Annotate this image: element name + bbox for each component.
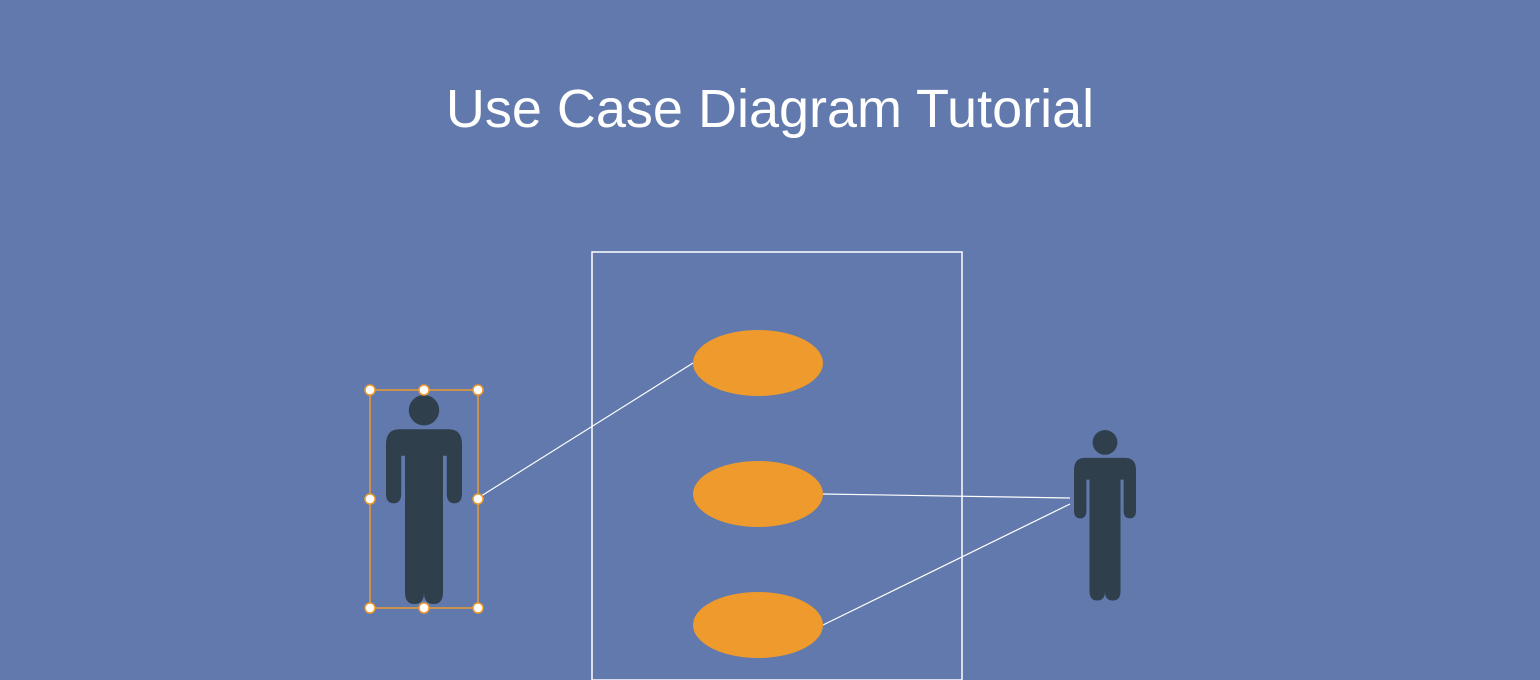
selection-handle-e[interactable] — [473, 494, 483, 504]
selection-handle-n[interactable] — [419, 385, 429, 395]
actor-right[interactable] — [1074, 430, 1136, 601]
selection-handle-ne[interactable] — [473, 385, 483, 395]
diagram-canvas[interactable] — [0, 0, 1540, 680]
use-case-2[interactable] — [693, 461, 823, 527]
connector-left-uc1[interactable] — [478, 363, 693, 498]
use-case-1[interactable] — [693, 330, 823, 396]
connector-right-uc2[interactable] — [823, 494, 1070, 498]
selection-handle-nw[interactable] — [365, 385, 375, 395]
selection-handle-s[interactable] — [419, 603, 429, 613]
actor-left[interactable] — [386, 395, 462, 604]
use-cases-group — [693, 330, 823, 658]
use-case-3[interactable] — [693, 592, 823, 658]
selection-handle-w[interactable] — [365, 494, 375, 504]
connector-right-uc3[interactable] — [823, 504, 1070, 625]
selection-handle-se[interactable] — [473, 603, 483, 613]
selection-handle-sw[interactable] — [365, 603, 375, 613]
